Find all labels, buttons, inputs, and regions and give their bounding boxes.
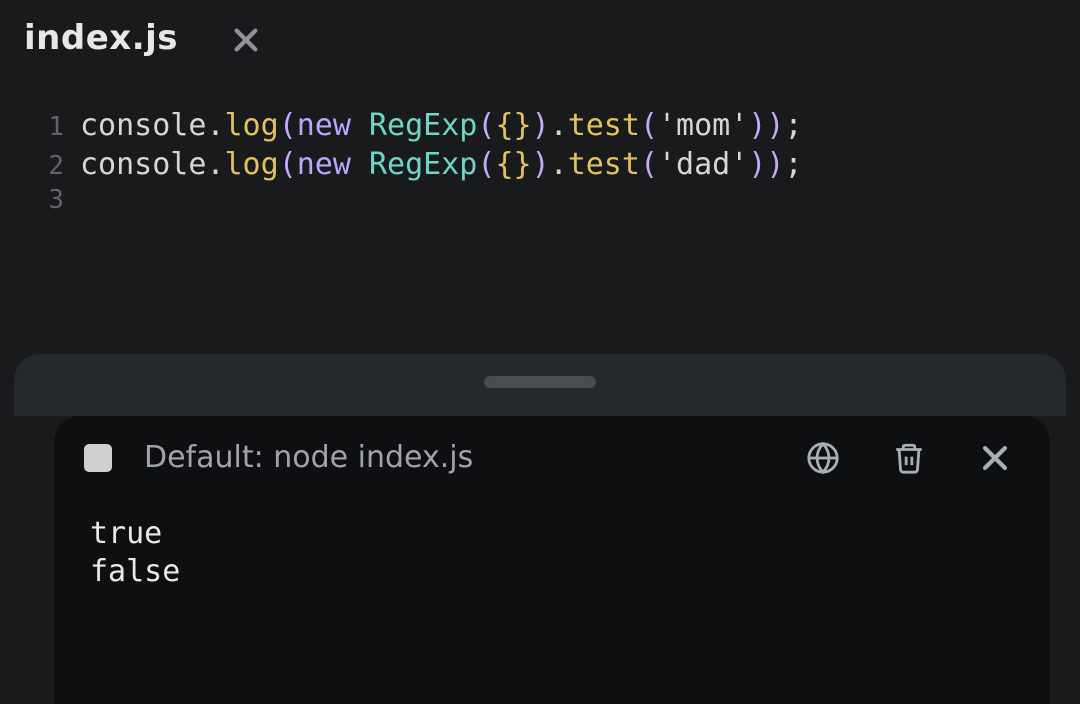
- terminal-panel: Default: node index.js: [54, 416, 1050, 704]
- close-icon: [230, 24, 262, 56]
- line-number: 3: [30, 184, 80, 218]
- drag-handle[interactable]: [484, 376, 596, 388]
- code-line[interactable]: 1console.log(new RegExp({}).test('mom'))…: [30, 106, 1050, 145]
- terminal-title: Default: node index.js: [144, 440, 774, 475]
- stop-button[interactable]: [84, 444, 112, 472]
- close-terminal-button[interactable]: [978, 441, 1012, 475]
- tab-filename[interactable]: index.js: [24, 18, 178, 58]
- code-editor[interactable]: 1console.log(new RegExp({}).test('mom'))…: [0, 76, 1080, 218]
- close-tab-button[interactable]: [230, 24, 262, 56]
- terminal-header: Default: node index.js: [84, 440, 1020, 475]
- trash-icon[interactable]: [892, 441, 926, 475]
- code-line[interactable]: 3: [30, 184, 1050, 218]
- code-line[interactable]: 2console.log(new RegExp({}).test('dad'))…: [30, 145, 1050, 184]
- tab-bar: index.js: [0, 0, 1080, 76]
- terminal-output[interactable]: true false: [84, 515, 1020, 592]
- code-content: console.log(new RegExp({}).test('dad'));: [80, 145, 803, 184]
- line-number: 2: [30, 150, 80, 184]
- panel-splitter: [14, 354, 1066, 416]
- globe-icon[interactable]: [806, 441, 840, 475]
- terminal-actions: [806, 441, 1012, 475]
- line-number: 1: [30, 111, 80, 145]
- code-content: console.log(new RegExp({}).test('mom'));: [80, 106, 803, 145]
